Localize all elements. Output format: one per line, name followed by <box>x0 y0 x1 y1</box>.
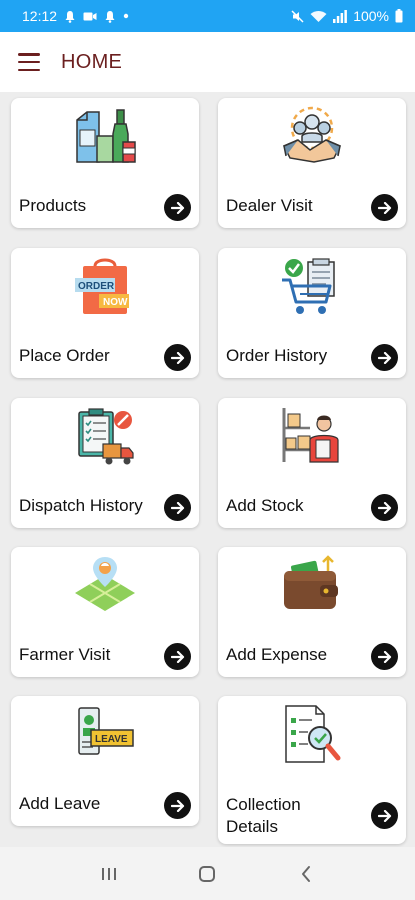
arrow-right-icon[interactable] <box>164 494 191 521</box>
mute-icon <box>291 9 304 23</box>
tile-label: Add Stock <box>226 496 304 515</box>
svg-text:NOW: NOW <box>103 297 128 308</box>
video-icon <box>83 12 97 20</box>
signal-icon <box>333 9 348 23</box>
tile-dispatch-history[interactable]: Dispatch History <box>11 398 199 528</box>
tile-label: Order History <box>226 346 328 365</box>
dispatch-history-icon <box>78 408 134 465</box>
tile-label: Add Expense <box>226 645 328 664</box>
tile-label: Collection Details <box>226 795 301 836</box>
svg-text:LEAVE: LEAVE <box>95 734 128 745</box>
svg-text:ORDER: ORDER <box>78 281 115 292</box>
farmer-visit-icon <box>75 557 135 611</box>
recent-apps-icon[interactable] <box>89 854 129 894</box>
add-leave-icon: LEAVE <box>78 707 134 755</box>
notification-bell-icon <box>105 10 115 23</box>
collection-details-icon <box>285 705 341 763</box>
order-history-icon <box>282 258 335 314</box>
tile-collection-details[interactable]: Collection Details <box>218 696 406 844</box>
arrow-right-icon[interactable] <box>371 494 398 521</box>
tile-add-leave[interactable]: LEAVE Add Leave <box>11 696 199 826</box>
arrow-right-icon[interactable] <box>371 643 398 670</box>
status-time: 12:12 <box>22 8 58 24</box>
dealer-visit-icon <box>282 106 342 163</box>
dot-icon <box>123 13 129 19</box>
products-icon <box>76 109 136 163</box>
arrow-right-icon[interactable] <box>164 792 191 819</box>
battery-icon <box>395 9 403 23</box>
tile-label: Add Leave <box>19 794 101 813</box>
tile-add-stock[interactable]: Add Stock <box>218 398 406 528</box>
home-grid: Products Dealer Visit ORDER NOW Place Or… <box>0 92 415 847</box>
tile-label: Place Order <box>19 346 110 365</box>
notification-bell-icon <box>65 10 75 23</box>
arrow-right-icon[interactable] <box>371 194 398 221</box>
arrow-right-icon[interactable] <box>371 344 398 371</box>
tile-label: Products <box>19 196 87 215</box>
arrow-right-icon[interactable] <box>371 802 398 829</box>
wifi-icon <box>310 10 327 22</box>
home-icon[interactable] <box>187 854 227 894</box>
tile-add-expense[interactable]: Add Expense <box>218 547 406 677</box>
tile-place-order[interactable]: ORDER NOW Place Order <box>11 248 199 378</box>
tile-dealer-visit[interactable]: Dealer Visit <box>218 98 406 228</box>
tile-label: Dealer Visit <box>226 196 313 215</box>
hamburger-menu-icon[interactable] <box>18 53 40 71</box>
tile-order-history[interactable]: Order History <box>218 248 406 378</box>
place-order-icon: ORDER NOW <box>75 258 129 314</box>
app-bar: HOME <box>0 32 415 92</box>
add-expense-icon <box>284 555 338 609</box>
page-title: HOME <box>61 50 123 73</box>
back-icon[interactable] <box>286 854 326 894</box>
arrow-right-icon[interactable] <box>164 194 191 221</box>
arrow-right-icon[interactable] <box>164 643 191 670</box>
tile-products[interactable]: Products <box>11 98 199 228</box>
arrow-right-icon[interactable] <box>164 344 191 371</box>
add-stock-icon <box>282 408 339 463</box>
system-navigation-bar <box>0 847 415 900</box>
tile-label: Farmer Visit <box>19 645 111 664</box>
tile-label: Dispatch History <box>19 496 143 515</box>
tile-farmer-visit[interactable]: Farmer Visit <box>11 547 199 677</box>
status-bar: 12:12 100% <box>0 0 415 32</box>
battery-percent: 100% <box>353 8 389 24</box>
